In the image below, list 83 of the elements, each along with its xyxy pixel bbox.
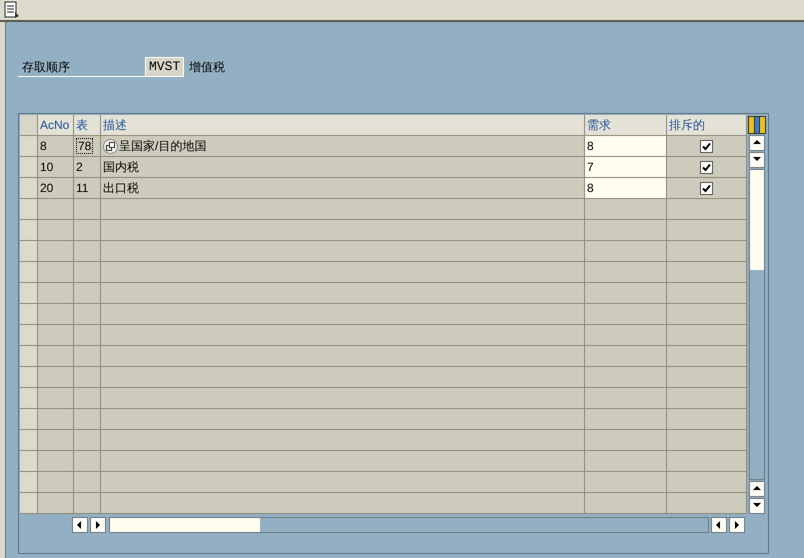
table-cell-text: 2 <box>76 159 83 176</box>
scroll-right-button[interactable] <box>90 517 106 533</box>
row-selector[interactable] <box>20 283 38 304</box>
checkbox[interactable] <box>700 182 713 194</box>
table-cell <box>38 367 74 388</box>
scroll-up-button[interactable] <box>749 135 765 151</box>
table-cell <box>74 283 101 304</box>
table-cell <box>74 367 101 388</box>
row-selector[interactable] <box>20 178 38 199</box>
table-cell <box>38 283 74 304</box>
row-selector[interactable] <box>20 157 38 178</box>
vertical-scrollbar[interactable] <box>749 169 765 480</box>
table-cell-text: 11 <box>76 180 88 197</box>
input-field[interactable]: 8 <box>585 178 667 199</box>
table-cell <box>74 304 101 325</box>
table-cell <box>74 493 101 514</box>
table-cell <box>74 472 101 493</box>
input-field[interactable]: 7 <box>585 157 667 178</box>
row-selector[interactable] <box>20 409 38 430</box>
table-cell <box>74 325 101 346</box>
table-cell <box>74 346 101 367</box>
column-header[interactable]: 排斥的 <box>667 115 747 136</box>
scroll-right-button[interactable] <box>729 517 745 533</box>
table-cell <box>38 346 74 367</box>
row-selector[interactable] <box>20 220 38 241</box>
table-cell <box>38 451 74 472</box>
table-cell <box>74 430 101 451</box>
column-settings-icon[interactable] <box>748 116 766 134</box>
popup-icon[interactable] <box>103 138 118 154</box>
select-all-cell[interactable] <box>20 115 38 136</box>
table-cell <box>38 472 74 493</box>
table-cell: 8 <box>38 136 74 157</box>
scroll-left-button[interactable] <box>72 517 88 533</box>
row-selector[interactable] <box>20 451 38 472</box>
horizontal-scrollbar[interactable] <box>109 517 709 533</box>
table-cell <box>38 304 74 325</box>
table-cell <box>74 220 101 241</box>
column-header[interactable]: 表 <box>74 115 101 136</box>
row-selector[interactable] <box>20 325 38 346</box>
input-field[interactable]: MVST <box>145 57 184 77</box>
table-cell <box>74 388 101 409</box>
row-selector[interactable] <box>20 346 38 367</box>
checkbox[interactable] <box>700 140 713 152</box>
table-cell <box>38 430 74 451</box>
table-cell <box>74 451 101 472</box>
column-header[interactable]: 描述 <box>101 115 585 136</box>
row-selector[interactable] <box>20 493 38 514</box>
row-selector[interactable] <box>20 430 38 451</box>
table-cell <box>74 241 101 262</box>
row-selector[interactable] <box>20 304 38 325</box>
table-cell <box>38 241 74 262</box>
input-field[interactable]: 8 <box>585 136 667 157</box>
table-cell: 78 <box>76 138 94 154</box>
scroll-down-button[interactable] <box>749 498 765 514</box>
row-selector[interactable] <box>20 367 38 388</box>
table-cell <box>38 220 74 241</box>
table-cell <box>38 409 74 430</box>
scroll-up-button[interactable] <box>749 481 765 497</box>
column-header[interactable]: AcNo <box>38 115 74 136</box>
field-description: 增值税 <box>189 59 226 76</box>
row-selector[interactable] <box>20 241 38 262</box>
table-cell <box>74 409 101 430</box>
scroll-down-button[interactable] <box>749 152 765 168</box>
table-cell <box>74 262 101 283</box>
row-selector[interactable] <box>20 262 38 283</box>
table-cell-text: 出口税 <box>103 180 139 197</box>
table-cell <box>38 325 74 346</box>
table-cell <box>38 262 74 283</box>
document-icon[interactable] <box>2 0 22 20</box>
table-cell-text: 呈国家/目的地国 <box>119 138 206 155</box>
row-selector[interactable] <box>20 472 38 493</box>
scroll-left-button[interactable] <box>711 517 727 533</box>
column-header[interactable]: 需求 <box>585 115 667 136</box>
table-cell-text: 国内税 <box>103 159 139 176</box>
checkbox[interactable] <box>700 160 713 174</box>
row-selector[interactable] <box>20 388 38 409</box>
table-cell: 20 <box>38 178 74 199</box>
table-cell <box>38 388 74 409</box>
row-selector[interactable] <box>20 199 38 220</box>
table-cell <box>38 493 74 514</box>
row-selector[interactable] <box>20 136 38 157</box>
table-cell <box>38 199 74 220</box>
table-cell: 10 <box>38 157 74 178</box>
